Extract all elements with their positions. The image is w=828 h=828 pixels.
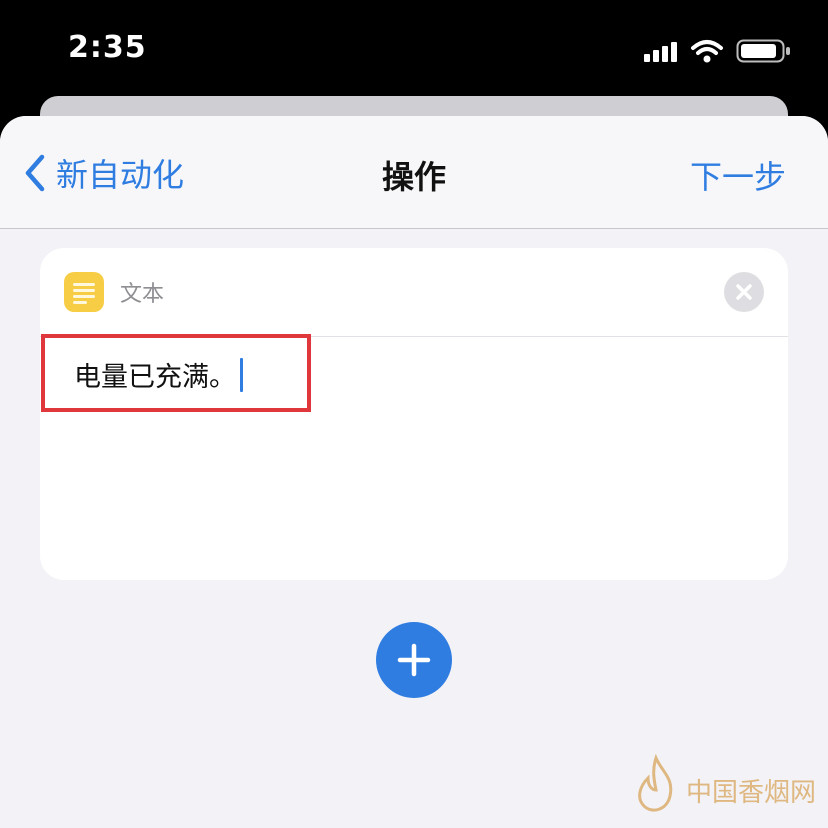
cellular-signal-icon [644, 42, 677, 62]
watermark: 中国香烟网 [632, 752, 822, 822]
remove-action-button[interactable] [724, 272, 764, 312]
text-action-icon [64, 272, 104, 312]
text-value: 电量已充满。 [74, 362, 236, 393]
action-card-header: 文本 [40, 248, 788, 337]
status-icons [644, 36, 794, 66]
text-cursor [240, 357, 243, 392]
flame-logo-icon [638, 754, 673, 812]
plus-icon [397, 643, 431, 677]
status-time: 2:35 [68, 30, 147, 65]
actions-sheet: 新自动化 操作 下一步 文本 电量已充满。 [0, 116, 828, 828]
watermark-text: 中国香烟网 [686, 778, 817, 808]
navigation-bar: 新自动化 操作 下一步 [0, 116, 828, 229]
text-field-content: 电量已充满。 [74, 355, 243, 394]
action-label: 文本 [120, 282, 165, 307]
battery-icon [736, 39, 790, 63]
add-action-button[interactable] [376, 622, 452, 698]
next-button[interactable]: 下一步 [690, 152, 786, 198]
wifi-icon [691, 40, 723, 63]
text-action-card: 文本 电量已充满。 [40, 248, 788, 580]
text-input-field[interactable]: 电量已充满。 [40, 337, 788, 580]
status-bar: 2:35 [0, 0, 828, 100]
close-icon [736, 284, 752, 300]
